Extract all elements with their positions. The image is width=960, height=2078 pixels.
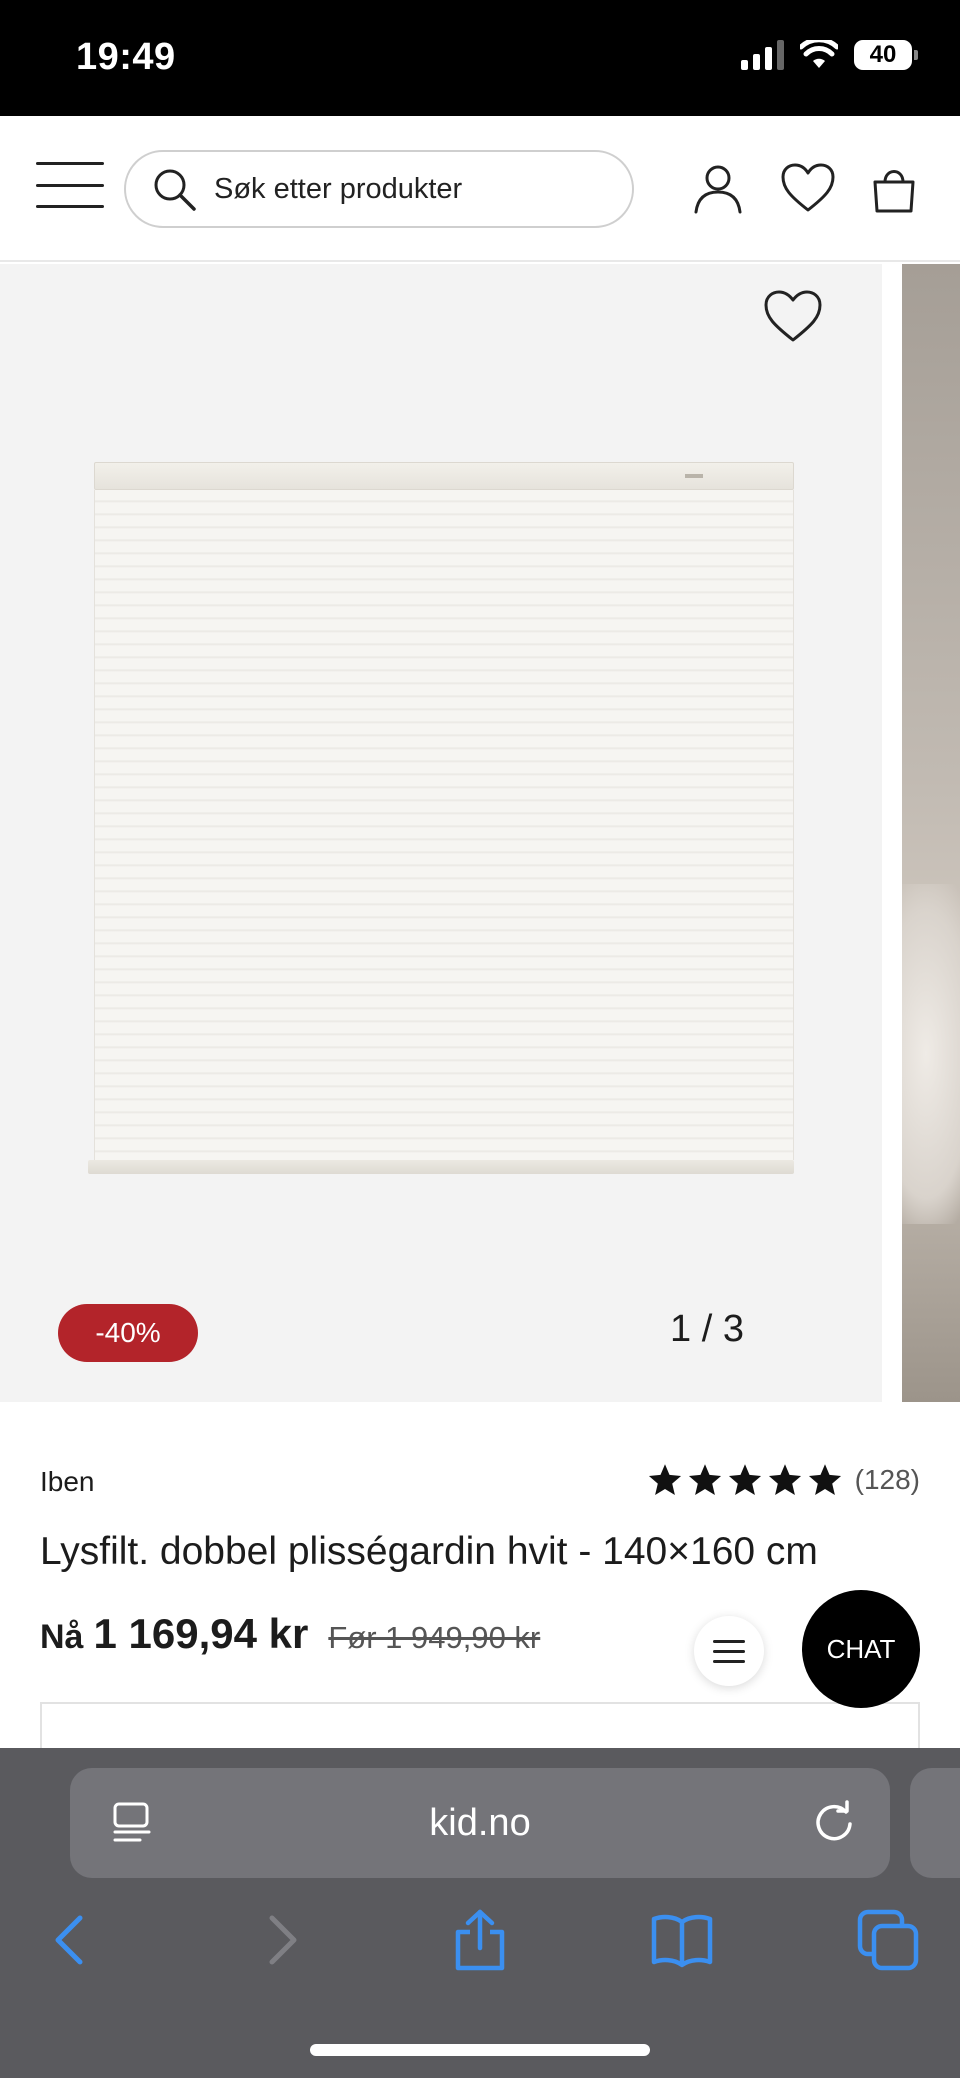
site-header — [0, 116, 960, 262]
reader-icon[interactable] — [110, 1800, 154, 1844]
status-bar: 19:49 40 — [0, 0, 960, 116]
star-icon — [808, 1464, 841, 1495]
price-current: 1 169,94 kr — [93, 1610, 309, 1657]
product-rating[interactable]: (128) — [647, 1462, 920, 1498]
battery-level: 40 — [869, 41, 897, 68]
wifi-icon — [800, 40, 838, 68]
rating-count: (128) — [854, 1464, 920, 1495]
bookmarks-icon[interactable] — [650, 1908, 714, 1972]
price-before: Før 1 949,90 kr — [328, 1620, 541, 1655]
product-image — [88, 462, 796, 1174]
battery-icon: 40 — [854, 40, 918, 70]
status-time: 19:49 — [76, 36, 176, 78]
star-icon — [768, 1464, 801, 1495]
shopping-bag-icon[interactable] — [870, 162, 918, 214]
forward-icon[interactable] — [248, 1908, 312, 1972]
cellular-signal-icon — [741, 40, 784, 70]
discount-badge: -40% — [58, 1304, 198, 1362]
search-bar[interactable] — [124, 150, 634, 228]
gallery-slide-main[interactable]: -40% 1 / 3 — [0, 264, 882, 1402]
heart-icon[interactable] — [762, 288, 824, 346]
address-bar[interactable]: kid.no — [70, 1768, 890, 1878]
search-icon — [154, 169, 196, 211]
menu-button[interactable] — [36, 162, 104, 208]
price-row: Nå 1 169,94 kr Før 1 949,90 kr — [40, 1610, 540, 1658]
product-title: Lysfilt. dobbel plisségardin hvit - 140×… — [40, 1530, 818, 1573]
product-brand[interactable]: Iben — [40, 1466, 95, 1498]
search-input[interactable] — [214, 172, 574, 206]
share-icon[interactable] — [448, 1908, 512, 1972]
home-indicator — [310, 2044, 650, 2056]
chat-button[interactable]: CHAT — [802, 1590, 920, 1708]
floating-menu-button[interactable] — [694, 1616, 764, 1686]
heart-icon[interactable] — [780, 162, 836, 214]
back-icon[interactable] — [40, 1908, 104, 1972]
star-icon — [728, 1464, 761, 1495]
product-gallery[interactable]: -40% 1 / 3 — [0, 264, 960, 1402]
star-icon — [688, 1464, 721, 1495]
price-prefix: Nå — [40, 1618, 84, 1656]
star-icon — [648, 1464, 681, 1495]
browser-toolbar: kid.no — [0, 1748, 960, 2078]
gallery-counter: 1 / 3 — [670, 1308, 744, 1350]
user-icon[interactable] — [692, 162, 744, 214]
gallery-slide-next-peek[interactable] — [902, 264, 960, 1402]
next-tab-peek[interactable] — [910, 1768, 960, 1878]
tabs-icon[interactable] — [856, 1908, 920, 1972]
reload-icon[interactable] — [810, 1798, 858, 1846]
status-icons: 40 — [741, 40, 918, 70]
url-text[interactable]: kid.no — [429, 1802, 530, 1845]
